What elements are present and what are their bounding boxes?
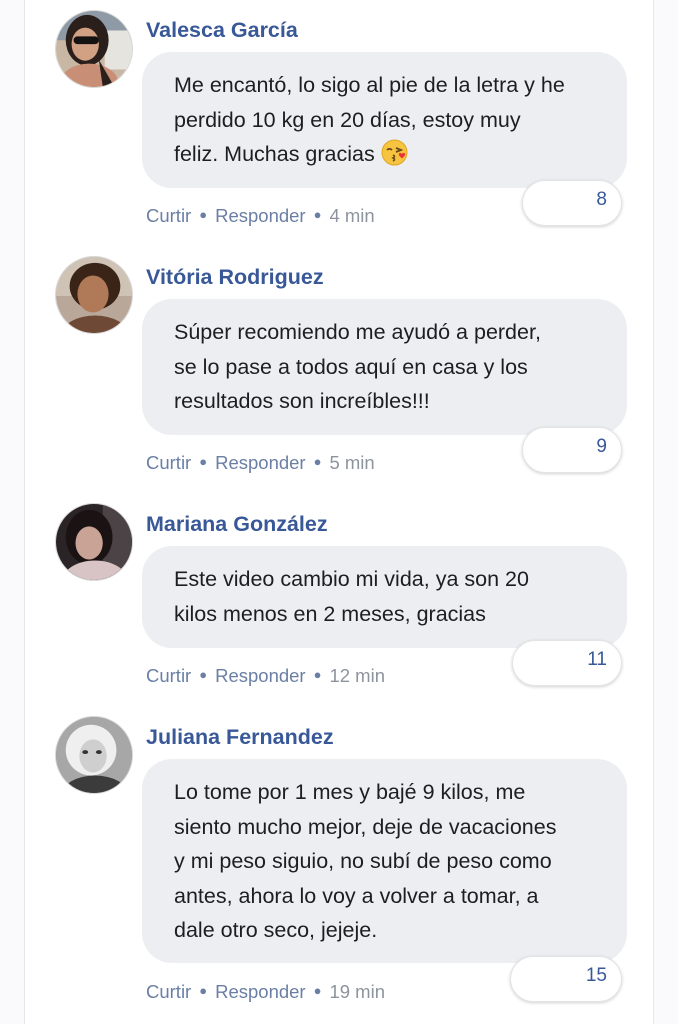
like-button[interactable]: Curtir [146, 981, 191, 1002]
timestamp[interactable]: 5 min [329, 452, 374, 473]
timestamp[interactable]: 12 min [329, 665, 385, 686]
avatar[interactable] [55, 10, 133, 88]
comment-text-line: Me encantó, lo sigo al pie de la letra y… [174, 73, 565, 97]
separator-dot: ● [199, 667, 208, 682]
reply-button[interactable]: Responder [215, 205, 306, 226]
comment-text-line: kilos menos en 2 meses, gracias [174, 601, 486, 626]
comment-text-line: resultados son increíbles!!! [174, 389, 430, 413]
comment-actions: Curtir ● Responder ● 19 min [146, 981, 385, 1003]
comment-text-line: Lo tome por 1 mes y bajé 9 kilos, me [174, 780, 526, 804]
comment-bubble: Lo tome por 1 mes y bajé 9 kilos, me sie… [142, 759, 627, 963]
comment-author[interactable]: Vitória Rodriguez [146, 265, 324, 290]
comment-author[interactable]: Valesca García [146, 18, 298, 43]
reaction-count-pill[interactable]: 9 [522, 427, 622, 473]
reply-button[interactable]: Responder [215, 981, 306, 1002]
reply-button[interactable]: Responder [215, 452, 306, 473]
separator-dot: ● [199, 454, 208, 469]
comment-author[interactable]: Juliana Fernandez [146, 725, 334, 750]
comment-text-line: y mi peso siguio, no subí de peso como [174, 849, 552, 873]
avatar[interactable] [55, 503, 133, 581]
separator-dot: ● [313, 667, 322, 682]
reaction-count-pill[interactable]: 15 [510, 956, 622, 1002]
like-button[interactable]: Curtir [146, 205, 191, 226]
reaction-count: 9 [596, 436, 607, 457]
comment-bubble: Súper recomiendo me ayudó a perder, se l… [142, 299, 627, 435]
comment-text-line: se lo pase a todos aquí en casa y los [174, 354, 528, 379]
comment-text-line: dale otro seco, jejeje. [174, 918, 378, 942]
comment-text-line: perdido 10 kg en 20 días, estoy muy [174, 107, 521, 132]
comment-bubble: Me encantó, lo sigo al pie de la letra y… [142, 52, 627, 188]
comment-actions: Curtir ● Responder ● 4 min [146, 205, 375, 227]
comment-bubble: Este video cambio mi vida, ya son 20 kil… [142, 546, 627, 648]
timestamp[interactable]: 4 min [329, 205, 374, 226]
kissing-face-emoji-icon [381, 139, 408, 177]
reaction-count-pill[interactable]: 11 [512, 640, 622, 686]
avatar[interactable] [55, 256, 133, 334]
comment-text-line: Súper recomiendo me ayudó a perder, [174, 320, 541, 344]
reaction-count: 15 [585, 965, 607, 986]
comment-actions: Curtir ● Responder ● 12 min [146, 665, 385, 687]
timestamp[interactable]: 19 min [329, 981, 385, 1002]
comment-actions: Curtir ● Responder ● 5 min [146, 452, 375, 474]
separator-dot: ● [313, 983, 322, 998]
separator-dot: ● [313, 454, 322, 469]
reply-button[interactable]: Responder [215, 665, 306, 686]
comment-text-line: feliz. Muchas gracias [174, 142, 375, 166]
like-button[interactable]: Curtir [146, 452, 191, 473]
separator-dot: ● [199, 983, 208, 998]
comment-text-line: Este video cambio mi vida, ya son 20 [174, 567, 529, 591]
reaction-count: 8 [596, 189, 607, 210]
avatar[interactable] [55, 716, 133, 794]
separator-dot: ● [199, 207, 208, 222]
comment-text-line: antes, ahora lo voy a volver a tomar, a [174, 883, 539, 908]
comment-author[interactable]: Mariana González [146, 512, 328, 537]
like-button[interactable]: Curtir [146, 665, 191, 686]
reaction-count: 11 [587, 649, 607, 670]
separator-dot: ● [313, 207, 322, 222]
comment-text-line: siento mucho mejor, deje de vacaciones [174, 814, 557, 839]
reaction-count-pill[interactable]: 8 [522, 180, 622, 226]
